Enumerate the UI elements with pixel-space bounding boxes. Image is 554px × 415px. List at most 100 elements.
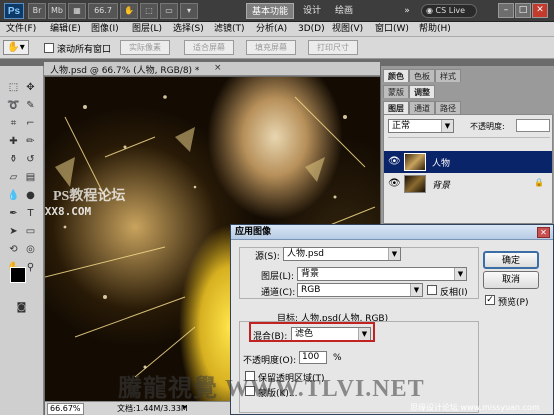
status-menu-arrow-icon[interactable]: ▸ bbox=[183, 402, 187, 411]
tab-masks[interactable]: 蒙版 bbox=[383, 85, 409, 98]
move-tool-icon[interactable]: ✥ bbox=[23, 80, 38, 95]
scroll-all-windows-checkbox[interactable] bbox=[44, 43, 54, 53]
layer-name: 背景 bbox=[432, 181, 451, 191]
tab-swatches[interactable]: 色板 bbox=[409, 69, 435, 82]
arrange-documents-icon[interactable]: ▭ bbox=[160, 3, 178, 19]
menu-help[interactable]: 帮助(H) bbox=[419, 22, 451, 37]
source-label: 源(S): bbox=[255, 252, 280, 262]
tab-styles[interactable]: 样式 bbox=[435, 69, 461, 82]
layer-thumbnail bbox=[404, 175, 426, 193]
chevron-down-icon: ▼ bbox=[454, 268, 466, 280]
opacity-input[interactable]: 100 bbox=[299, 351, 327, 364]
invert-checkbox[interactable] bbox=[427, 285, 437, 295]
blur-tool-icon[interactable]: 💧 bbox=[6, 188, 21, 203]
document-title: 人物.psd @ 66.7% (人物, RGB/8) * bbox=[50, 66, 200, 76]
eye-icon[interactable]: 👁 bbox=[388, 178, 401, 189]
fill-screen-button[interactable]: 填充屏幕 bbox=[246, 40, 296, 55]
healing-brush-tool-icon[interactable]: ✚ bbox=[6, 134, 21, 149]
menu-analysis[interactable]: 分析(A) bbox=[256, 22, 287, 37]
bridge-button[interactable]: Br bbox=[28, 3, 46, 19]
tab-paths[interactable]: 路径 bbox=[435, 101, 461, 114]
zoom-level-dropdown[interactable]: 66.7 bbox=[88, 3, 118, 19]
toolbox: ⬚ ✥ ➰ ✎ ⌗ ⌐ ✚ ✏ ⚱ ↺ ▱ ▤ 💧 ● ✒ T ➤ ▭ ⟲ ◎ … bbox=[0, 66, 44, 415]
hand-tool-preset-icon[interactable]: ✋▾ bbox=[3, 40, 29, 55]
extras-icon[interactable]: ▦ bbox=[68, 3, 86, 19]
eyedropper-tool-icon[interactable]: ⌐ bbox=[23, 116, 38, 131]
layer-opacity-field[interactable] bbox=[516, 119, 550, 132]
shape-tool-icon[interactable]: ▭ bbox=[23, 224, 38, 239]
quick-mask-icon[interactable]: ◙ bbox=[14, 300, 29, 315]
gradient-tool-icon[interactable]: ▤ bbox=[23, 170, 38, 185]
actual-pixels-button[interactable]: 实际像素 bbox=[120, 40, 170, 55]
menu-image[interactable]: 图像(I) bbox=[91, 22, 119, 37]
print-size-button[interactable]: 打印尺寸 bbox=[308, 40, 358, 55]
zoom-field[interactable]: 66.67% bbox=[47, 403, 84, 415]
forum-watermark: PS教程论坛 bbox=[53, 189, 126, 204]
lock-icon: 🔒 bbox=[534, 178, 544, 187]
mini-bridge-button[interactable]: Mb bbox=[48, 3, 66, 19]
layer-value: 背景 bbox=[301, 269, 320, 279]
path-select-tool-icon[interactable]: ➤ bbox=[6, 224, 21, 239]
tab-channels[interactable]: 通道 bbox=[409, 101, 435, 114]
workspace-painting[interactable]: 绘画 bbox=[330, 3, 358, 19]
menu-view[interactable]: 视图(V) bbox=[332, 22, 363, 37]
tab-adjustments[interactable]: 调整 bbox=[409, 85, 435, 98]
preview-checkbox[interactable]: ✓ bbox=[485, 295, 495, 305]
channel-select[interactable]: RGB ▼ bbox=[297, 283, 423, 297]
minimize-icon[interactable]: – bbox=[498, 3, 514, 18]
layer-row-renwu[interactable]: 👁 人物 bbox=[384, 151, 552, 173]
menu-file[interactable]: 文件(F) bbox=[6, 22, 36, 37]
chevron-down-icon: ▼ bbox=[441, 120, 453, 132]
workspace-essentials[interactable]: 基本功能 bbox=[246, 3, 294, 19]
menu-layer[interactable]: 图层(L) bbox=[132, 22, 162, 37]
layer-select[interactable]: 背景 ▼ bbox=[297, 267, 467, 281]
layer-row-background[interactable]: 👁 背景 🔒 bbox=[384, 173, 552, 195]
workspace-more-button[interactable]: » bbox=[400, 3, 414, 19]
workspace-design[interactable]: 设计 bbox=[298, 3, 326, 19]
rotate-view-icon[interactable]: ⬚ bbox=[140, 3, 158, 19]
close-icon[interactable]: ✕ bbox=[532, 3, 548, 18]
color-panel-tabs: 颜色 色板 样式 bbox=[383, 69, 461, 82]
history-brush-tool-icon[interactable]: ↺ bbox=[23, 152, 38, 167]
menu-3d[interactable]: 3D(D) bbox=[298, 22, 325, 37]
3d-rotate-tool-icon[interactable]: ⟲ bbox=[6, 242, 21, 257]
maximize-icon[interactable]: □ bbox=[515, 3, 531, 18]
menu-select[interactable]: 选择(S) bbox=[173, 22, 204, 37]
source-select[interactable]: 人物.psd ▼ bbox=[283, 247, 401, 261]
screen-mode-icon[interactable]: ▾ bbox=[180, 3, 198, 19]
foreground-color-swatch[interactable] bbox=[10, 267, 26, 283]
preview-label: 预览(P) bbox=[498, 298, 529, 308]
ok-button[interactable]: 确定 bbox=[483, 251, 539, 269]
tab-layers[interactable]: 图层 bbox=[383, 101, 409, 114]
menu-window[interactable]: 窗口(W) bbox=[375, 22, 409, 37]
dodge-tool-icon[interactable]: ● bbox=[23, 188, 38, 203]
pen-tool-icon[interactable]: ✒ bbox=[6, 206, 21, 221]
chevron-down-icon: ▼ bbox=[388, 248, 400, 260]
cancel-button[interactable]: 取消 bbox=[483, 271, 539, 289]
cs-live-button[interactable]: ◉ CS Live bbox=[421, 4, 477, 18]
layers-panel-tabs: 图层 通道 路径 bbox=[383, 101, 461, 114]
menu-bar: 文件(F) 编辑(E) 图像(I) 图层(L) 选择(S) 滤镜(T) 分析(A… bbox=[0, 22, 554, 37]
marquee-tool-icon[interactable]: ⬚ bbox=[6, 80, 21, 95]
clone-stamp-tool-icon[interactable]: ⚱ bbox=[6, 152, 21, 167]
crop-tool-icon[interactable]: ⌗ bbox=[6, 116, 21, 131]
document-tab[interactable]: 人物.psd @ 66.7% (人物, RGB/8) * × bbox=[44, 62, 380, 76]
hand-icon[interactable]: ✋ bbox=[120, 3, 138, 19]
eraser-tool-icon[interactable]: ▱ bbox=[6, 170, 21, 185]
layer-lock-row bbox=[388, 137, 550, 151]
dialog-title: 应用图像 bbox=[235, 227, 272, 237]
quick-select-tool-icon[interactable]: ✎ bbox=[23, 98, 38, 113]
eye-icon[interactable]: 👁 bbox=[388, 156, 401, 167]
tab-color[interactable]: 颜色 bbox=[383, 69, 409, 82]
close-icon[interactable]: ✕ bbox=[537, 227, 550, 238]
document-size: 文档:1.44M/3.33M bbox=[117, 404, 188, 413]
fit-screen-button[interactable]: 适合屏幕 bbox=[184, 40, 234, 55]
menu-filter[interactable]: 滤镜(T) bbox=[214, 22, 245, 37]
menu-edit[interactable]: 编辑(E) bbox=[50, 22, 81, 37]
brush-tool-icon[interactable]: ✏ bbox=[23, 134, 38, 149]
layer-blend-mode-select[interactable]: 正常 ▼ bbox=[388, 119, 454, 133]
type-tool-icon[interactable]: T bbox=[23, 206, 38, 221]
lasso-tool-icon[interactable]: ➰ bbox=[6, 98, 21, 113]
document-close-icon[interactable]: × bbox=[214, 63, 222, 73]
3d-orbit-tool-icon[interactable]: ◎ bbox=[23, 242, 38, 257]
